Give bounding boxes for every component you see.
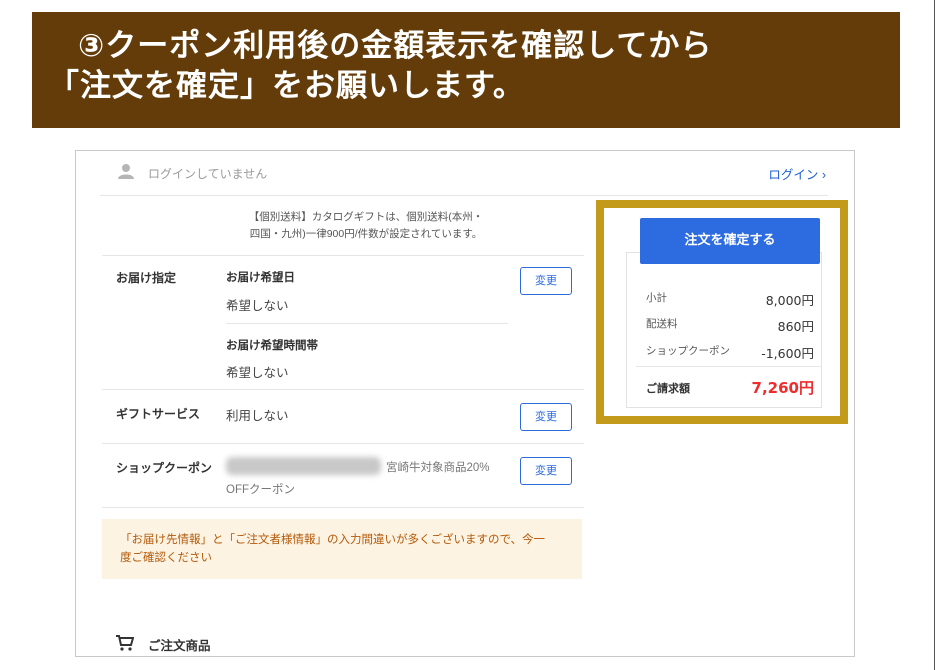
coupon-change-button[interactable]: 変更 [520, 457, 572, 485]
page-edge-rule [934, 0, 935, 670]
summary-value: 860円 [777, 319, 814, 334]
warning-line-2: 度ご確認ください [120, 552, 212, 564]
warning-line-1: 「お届け先情報」と「ご注文者様情報」の入力間違いが多くございますので、今一 [120, 534, 546, 546]
divider [226, 323, 508, 324]
shipping-notice: 【個別送料】カタログギフトは、個別送料(本州・ 四国・九州)一律900円/件数が… [176, 209, 556, 243]
summary-label: 配送料 [646, 318, 678, 330]
delivery-date-heading: お届け希望日 [226, 272, 295, 284]
coupon-value-line-1: 宮崎牛対象商品20% [386, 462, 490, 474]
input-warning: 「お届け先情報」と「ご注文者様情報」の入力間違いが多くございますので、今一 度ご… [102, 519, 582, 579]
divider [102, 255, 584, 256]
summary-row-coupon: ショップクーポン -1,600円 [646, 343, 814, 363]
shipping-notice-line-2: 四国・九州)一律900円/件数が設定されています。 [249, 228, 483, 240]
summary-row-shipping: 配送料 860円 [646, 316, 814, 336]
total-label: ご請求額 [646, 382, 690, 395]
banner-line-1: ③クーポン利用後の金額表示を確認してから [78, 28, 713, 64]
login-status-text: ログインしていません [148, 167, 268, 181]
summary-row-subtotal: 小計 8,000円 [646, 290, 814, 310]
confirm-order-button[interactable]: 注文を確定する [640, 218, 820, 264]
coupon-value: 宮崎牛対象商品20% OFFクーポン [226, 457, 516, 501]
login-bar: ログインしていません ログイン › [100, 151, 828, 196]
gift-service-value: 利用しない [226, 409, 289, 423]
summary-row-total: ご請求額 7,260円 [646, 379, 814, 400]
summary-value: 8,000円 [765, 293, 814, 308]
instruction-banner: ③クーポン利用後の金額表示を確認してから 「注文を確定」をお願いします。 [32, 12, 900, 128]
delivery-label: お届け指定 [116, 271, 177, 285]
divider [102, 507, 584, 508]
delivery-date-value: 希望しない [226, 299, 289, 313]
delivery-change-button[interactable]: 変更 [520, 267, 572, 295]
delivery-time-heading: お届け希望時間帯 [226, 340, 318, 352]
summary-label: 小計 [646, 292, 667, 304]
coupon-label: ショップクーポン [116, 461, 213, 475]
summary-label: ショップクーポン [646, 345, 730, 357]
user-icon [118, 164, 134, 179]
cart-icon [116, 635, 134, 651]
delivery-time-value: 希望しない [226, 366, 289, 380]
gift-service-label: ギフトサービス [116, 407, 201, 421]
order-summary: 注文を確定する 小計 8,000円 配送料 860円 ショップクーポン -1,6… [596, 200, 848, 424]
summary-value: -1,600円 [761, 346, 814, 361]
cart-section-title: ご注文商品 [148, 639, 211, 653]
divider [102, 389, 584, 390]
login-link-label: ログイン [768, 168, 819, 182]
summary-divider [636, 366, 822, 367]
coupon-value-line-2: OFFクーポン [226, 484, 295, 496]
banner-line-2: 「注文を確定」をお願いします。 [48, 68, 525, 104]
gift-change-button[interactable]: 変更 [520, 403, 572, 431]
divider [102, 443, 584, 444]
login-link[interactable]: ログイン › [768, 164, 826, 183]
shipping-notice-line-1: 【個別送料】カタログギフトは、個別送料(本州・ [248, 211, 484, 223]
chevron-right-icon: › [821, 168, 826, 182]
total-value: 7,260円 [751, 379, 814, 397]
